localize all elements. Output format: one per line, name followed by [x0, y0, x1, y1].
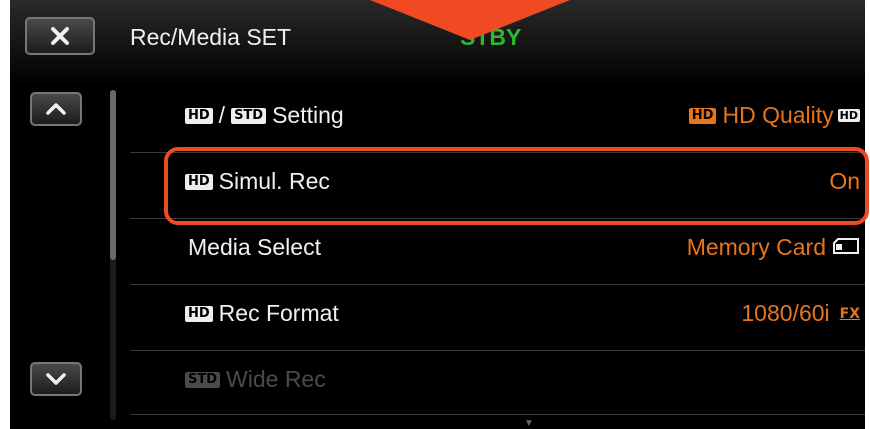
menu-item-rec-format[interactable]: HD Rec Format 1080/60i FX	[130, 282, 870, 348]
menu-item-label: Media Select	[188, 234, 321, 260]
menu-item-wide-rec[interactable]: STD Wide Rec	[130, 348, 870, 414]
menu-title: Rec/Media SET	[130, 24, 292, 50]
highlight-box	[164, 147, 869, 225]
memory-card-icon	[832, 234, 860, 261]
std-badge: STD	[185, 371, 221, 388]
menu-item-media-select[interactable]: Media Select Memory Card	[130, 216, 870, 282]
menu-item-label: Setting	[272, 102, 344, 128]
std-badge: STD	[231, 107, 267, 124]
hd-quality-icon: HD	[837, 109, 860, 122]
menu-item-value: HD Quality	[722, 102, 834, 128]
scroll-up-button[interactable]	[30, 92, 82, 126]
menu-item-label: Rec Format	[218, 300, 339, 326]
slash-separator: /	[218, 102, 226, 128]
fx-mode-icon: FX	[839, 305, 860, 322]
menu-item-value: Memory Card	[686, 234, 826, 260]
close-button[interactable]	[25, 17, 95, 55]
hd-badge: HD	[185, 107, 213, 124]
close-icon	[51, 27, 69, 45]
hd-badge: HD	[185, 305, 213, 322]
menu-item-setting[interactable]: HD / STD Setting HD HD Quality HD	[130, 84, 870, 150]
scrollbar-thumb[interactable]	[110, 90, 116, 260]
hd-badge: HD	[688, 107, 717, 124]
pointer-arrow	[350, 0, 590, 40]
divider	[130, 414, 865, 415]
more-below-indicator: ▼	[524, 418, 534, 429]
scroll-down-button[interactable]	[30, 362, 82, 396]
chevron-down-icon	[46, 373, 66, 385]
menu-item-value: 1080/60i	[741, 300, 830, 326]
menu-item-label: Wide Rec	[226, 366, 326, 392]
chevron-up-icon	[46, 103, 66, 115]
